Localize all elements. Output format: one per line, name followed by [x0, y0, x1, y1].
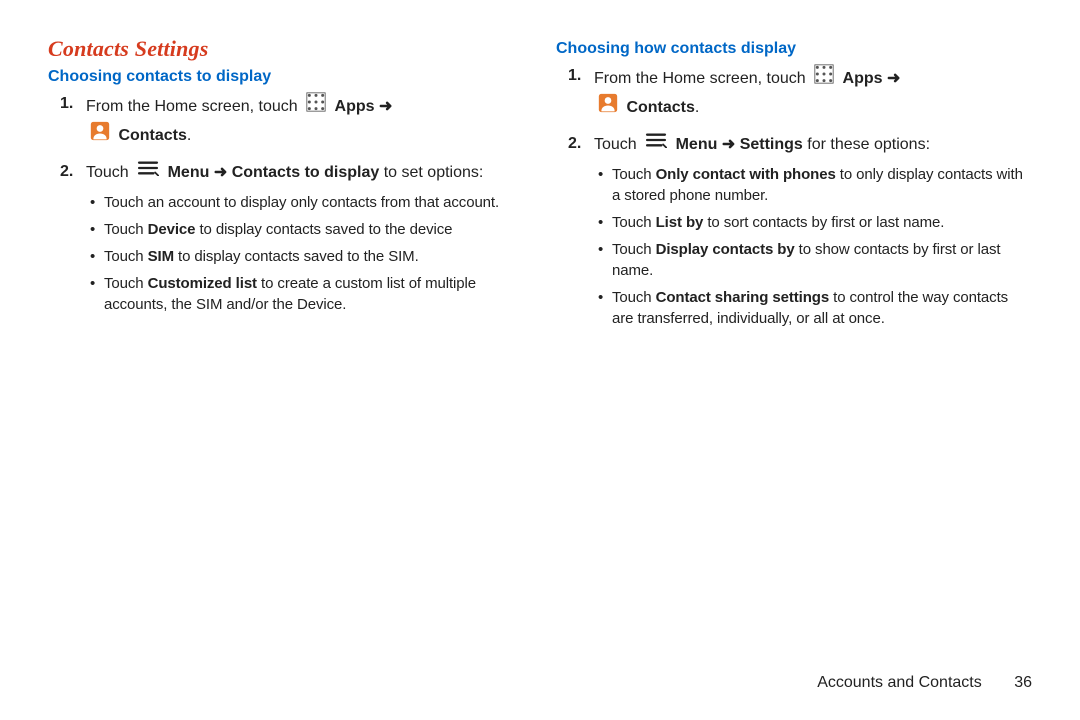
- list-item: Touch Contact sharing settings to contro…: [612, 287, 1032, 329]
- step-suffix: for these options:: [807, 136, 930, 153]
- bullet-pre: Touch: [104, 275, 148, 292]
- right-step-2: Touch Menu ➜ Settings for these options:…: [594, 132, 1032, 328]
- step-text: Touch: [594, 136, 641, 153]
- left-step-1: From the Home screen, touch Apps ➜ Conta…: [86, 92, 524, 150]
- bullet-bold: SIM: [148, 248, 174, 265]
- step-text: From the Home screen, touch: [86, 98, 302, 115]
- path-label: Contacts to display: [232, 164, 380, 181]
- arrow-icon: ➜: [379, 98, 392, 115]
- arrow-icon: ➜: [214, 164, 232, 181]
- contacts-label: Contacts: [626, 99, 694, 116]
- bullet-pre: Touch: [104, 248, 148, 265]
- menu-label: Menu: [168, 164, 210, 181]
- section-title: Contacts Settings: [48, 36, 524, 62]
- menu-icon: [137, 160, 159, 183]
- apps-grid-icon: [814, 64, 834, 91]
- bullet-post: to display contacts saved to the device: [195, 221, 452, 238]
- bullet-bold: Device: [148, 221, 196, 238]
- arrow-icon: ➜: [887, 70, 900, 87]
- bullet-pre: Touch: [612, 214, 656, 231]
- punct: .: [695, 99, 699, 116]
- menu-label: Menu: [676, 136, 718, 153]
- bullet-bold: Contact sharing settings: [656, 289, 829, 306]
- footer-page-number: 36: [1014, 674, 1032, 692]
- manual-page: Contacts Settings Choosing contacts to d…: [0, 0, 1080, 720]
- left-subhead: Choosing contacts to display: [48, 68, 524, 86]
- apps-grid-icon: [306, 92, 326, 119]
- bullet-bold: Customized list: [148, 275, 257, 292]
- bullet-pre: Touch: [612, 241, 656, 258]
- path-label: Settings: [740, 136, 803, 153]
- footer-chapter: Accounts and Contacts: [817, 674, 982, 691]
- left-steps: From the Home screen, touch Apps ➜ Conta…: [48, 92, 524, 315]
- bullet-bold: Display contacts by: [656, 241, 795, 258]
- right-bullets: Touch Only contact with phones to only d…: [594, 164, 1032, 329]
- list-item: Touch Only contact with phones to only d…: [612, 164, 1032, 206]
- contacts-label: Contacts: [118, 127, 186, 144]
- contacts-icon: [90, 121, 110, 148]
- list-item: Touch Customized list to create a custom…: [104, 273, 524, 315]
- list-item: Touch SIM to display contacts saved to t…: [104, 246, 524, 267]
- bullet-pre: Touch: [612, 166, 656, 183]
- right-steps: From the Home screen, touch Apps ➜ Conta…: [556, 64, 1032, 329]
- punct: .: [187, 127, 191, 144]
- list-item: Touch List by to sort contacts by first …: [612, 212, 1032, 233]
- bullet-bold: Only contact with phones: [656, 166, 836, 183]
- bullet-post: to sort contacts by first or last name.: [703, 214, 944, 231]
- left-column: Contacts Settings Choosing contacts to d…: [48, 36, 524, 720]
- bullet-pre: Touch: [104, 221, 148, 238]
- page-footer: Accounts and Contacts 36: [817, 674, 1032, 692]
- right-column: Choosing how contacts display From the H…: [556, 36, 1032, 720]
- menu-icon: [645, 132, 667, 155]
- right-step-1: From the Home screen, touch Apps ➜ Conta…: [594, 64, 1032, 122]
- list-item: Touch Device to display contacts saved t…: [104, 219, 524, 240]
- step-text: From the Home screen, touch: [594, 70, 810, 87]
- left-bullets: Touch an account to display only contact…: [86, 192, 524, 315]
- right-subhead: Choosing how contacts display: [556, 40, 1032, 58]
- apps-label: Apps: [843, 70, 883, 87]
- bullet-text: Touch an account to display only contact…: [104, 194, 499, 211]
- apps-label: Apps: [335, 98, 375, 115]
- contacts-icon: [598, 93, 618, 120]
- arrow-icon: ➜: [722, 136, 740, 153]
- left-step-2: Touch Menu ➜ Contacts to display to set …: [86, 160, 524, 314]
- bullet-pre: Touch: [612, 289, 656, 306]
- step-text: Touch: [86, 164, 133, 181]
- bullet-bold: List by: [656, 214, 704, 231]
- list-item: Touch an account to display only contact…: [104, 192, 524, 213]
- bullet-post: to display contacts saved to the SIM.: [174, 248, 419, 265]
- step-suffix: to set options:: [384, 164, 484, 181]
- list-item: Touch Display contacts by to show contac…: [612, 239, 1032, 281]
